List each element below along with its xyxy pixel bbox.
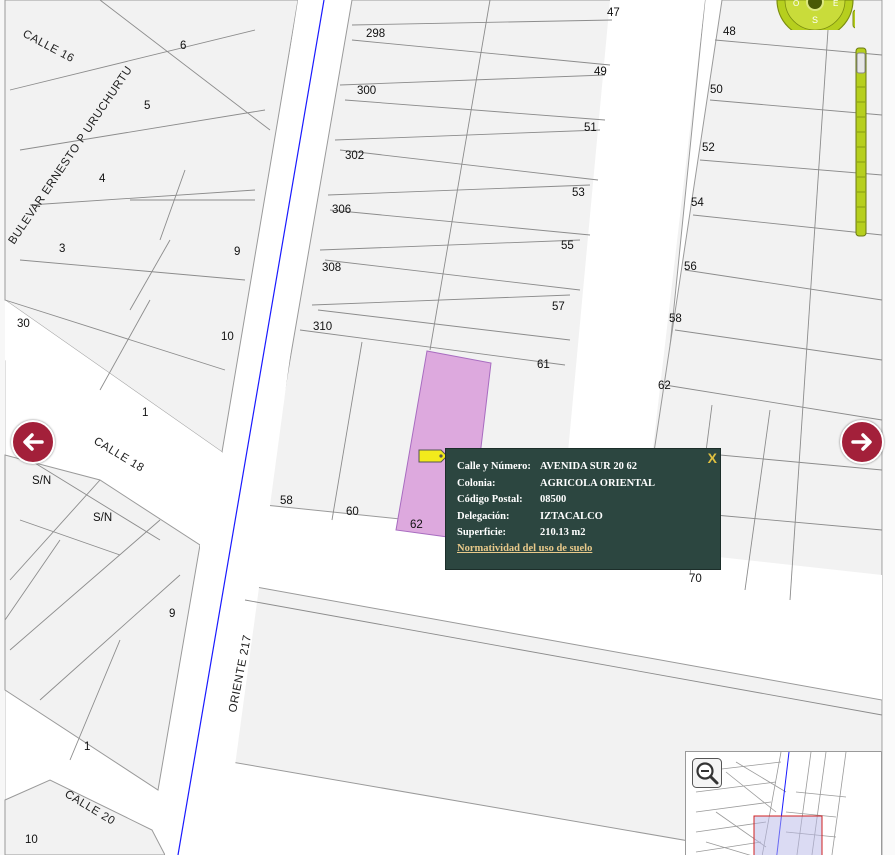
lot-label: 306 <box>332 204 351 216</box>
map-canvas[interactable]: 6 5 4 3 9 30 10 1 S/N S/N 9 1 10 298 300… <box>0 0 895 855</box>
compass-west-label: O <box>793 0 799 8</box>
arrow-right-icon <box>851 433 872 451</box>
lot-label: 5 <box>144 100 150 112</box>
lot-label: 310 <box>313 321 332 333</box>
magnifier-minus-icon[interactable] <box>692 758 722 788</box>
popup-value: 210.13 m2 <box>540 527 586 538</box>
lot-label: 300 <box>357 85 376 97</box>
popup-row-address: Calle y Número: AVENIDA SUR 20 62 <box>457 459 637 475</box>
map-base-layer: 6 5 4 3 9 30 10 1 S/N S/N 9 1 10 298 300… <box>4 0 883 855</box>
right-border <box>882 0 895 855</box>
lot-label: 1 <box>84 741 90 753</box>
popup-key: Colonia: <box>457 478 496 489</box>
popup-row-colonia: Colonia: AGRICOLA ORIENTAL <box>457 476 655 492</box>
popup-key: Código Postal: <box>457 494 523 505</box>
lot-label: 62 <box>658 380 671 392</box>
prev-arrow-button[interactable] <box>11 420 55 464</box>
lot-label: 47 <box>607 7 620 19</box>
popup-row-delegacion: Delegación: IZTACALCO <box>457 509 603 525</box>
next-arrow-button[interactable] <box>840 420 884 464</box>
popup-close-button[interactable]: X <box>708 450 717 466</box>
parcel-info-popup: X Calle y Número: AVENIDA SUR 20 62 Colon… <box>445 448 721 570</box>
lot-label: 53 <box>572 187 585 199</box>
lot-label: 62 <box>410 519 423 531</box>
lot-label: 60 <box>346 506 359 518</box>
popup-key: Delegación: <box>457 511 510 522</box>
block-left-mid <box>4 454 201 791</box>
popup-value: AVENIDA SUR 20 62 <box>540 461 637 472</box>
compass-south-label: S <box>812 15 818 25</box>
popup-key: Superficie: <box>457 527 506 538</box>
lot-label: 298 <box>366 28 385 40</box>
lot-label: S/N <box>32 475 51 487</box>
popup-value: AGRICOLA ORIENTAL <box>540 478 656 489</box>
lot-label: 58 <box>280 495 293 507</box>
overview-minimap[interactable] <box>685 751 882 855</box>
lot-label: 52 <box>702 142 715 154</box>
tag-marker-icon[interactable] <box>418 449 448 463</box>
lot-label: 302 <box>345 150 364 162</box>
lot-label: S/N <box>93 512 112 524</box>
lot-label: 54 <box>691 197 704 209</box>
lot-label: 3 <box>59 243 65 255</box>
popup-value: 08500 <box>540 494 567 505</box>
arrow-left-icon <box>23 433 44 451</box>
popup-key: Calle y Número: <box>457 461 531 472</box>
lot-label: 9 <box>169 608 175 620</box>
compass-east-label: E <box>833 0 838 8</box>
popup-row-superficie: Superficie: 210.13 m2 <box>457 525 586 541</box>
popup-row-postal-code: Código Postal: 08500 <box>457 492 566 508</box>
lot-label: 48 <box>723 26 736 38</box>
lot-label: 70 <box>689 573 702 585</box>
lot-label: 30 <box>17 318 30 330</box>
lot-label: 308 <box>322 262 341 274</box>
zoom-slider[interactable] <box>855 47 867 237</box>
lot-label: 4 <box>99 173 106 185</box>
lot-label: 55 <box>561 240 574 252</box>
zoom-slider-handle <box>856 52 866 74</box>
lot-label: 57 <box>552 301 565 313</box>
lot-label: 51 <box>584 122 597 134</box>
lot-label: 50 <box>710 84 723 96</box>
lot-label: 10 <box>221 331 234 343</box>
lot-label: 49 <box>594 66 607 78</box>
lot-label: 58 <box>669 313 682 325</box>
lot-label: 56 <box>684 261 697 273</box>
lot-label: 9 <box>234 246 240 258</box>
lot-label: 1 <box>142 407 148 419</box>
minimap-viewport <box>753 815 823 855</box>
lot-label: 61 <box>537 359 550 371</box>
land-use-link[interactable]: Normatividad del uso de suelo <box>457 543 592 554</box>
compass-rose-icon[interactable]: O E S <box>775 0 866 39</box>
popup-value: IZTACALCO <box>540 511 603 522</box>
lot-label: 6 <box>180 40 186 52</box>
lot-label: 10 <box>25 834 38 846</box>
